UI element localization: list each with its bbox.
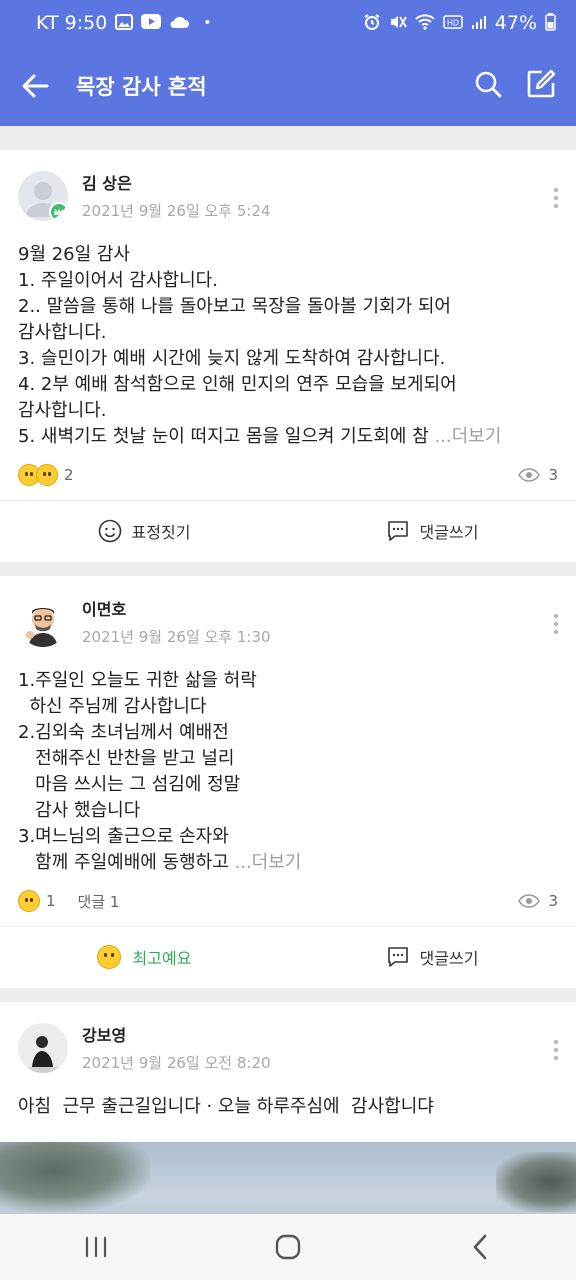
reaction-button[interactable]: 최고예요 [0, 926, 288, 988]
cloud-icon [169, 15, 190, 32]
mute-icon [389, 13, 407, 34]
author-name[interactable]: 이면호 [82, 596, 271, 620]
smile-icon [98, 519, 121, 543]
eye-icon [518, 468, 541, 482]
reaction-count: 2 [64, 466, 74, 484]
search-button[interactable] [474, 70, 502, 102]
search-icon [475, 71, 502, 98]
comment-button[interactable]: 댓글쓰기 [288, 500, 576, 562]
recent-apps-button[interactable] [66, 1222, 126, 1272]
back-button[interactable] [0, 46, 70, 126]
post-date: 2021년 9월 26일 오후 1:30 [82, 628, 271, 646]
app-bar: 목장 감사 흔적 [0, 46, 576, 126]
reactions[interactable]: 1 [18, 890, 56, 912]
post-body[interactable]: 아침 근무 출근길입니다 · 오늘 하루주심에 감사합니댜 [18, 1094, 558, 1120]
post-text: 9월 26일 감사 1. 주일이어서 감사합니다. 2.. 말씀을 통해 나를 … [18, 244, 457, 447]
comment-icon [387, 947, 408, 967]
views-number: 3 [548, 466, 558, 484]
alarm-icon [363, 13, 381, 34]
views-number: 3 [548, 892, 558, 910]
thumbs-up-emoji-icon [18, 890, 40, 912]
comment-icon [387, 521, 408, 541]
back-nav-button[interactable] [450, 1222, 510, 1272]
recent-apps-icon [85, 1236, 107, 1258]
photo-foliage [496, 1152, 576, 1212]
cartoon-avatar-icon [26, 607, 58, 647]
post-date: 2021년 9월 26일 오전 8:20 [82, 1054, 271, 1072]
view-count: 3 [518, 892, 558, 910]
gallery-icon [115, 13, 134, 33]
author-name[interactable]: 강보영 [82, 1022, 271, 1046]
post-card: 강보영 2021년 9월 26일 오전 8:20 아침 근무 출근길입니다 · … [0, 1002, 576, 1214]
see-more-link[interactable]: ...더보기 [434, 426, 501, 447]
feed[interactable]: 김 상은 2021년 9월 26일 오후 5:24 9월 26일 감사 1. 주… [0, 126, 576, 1214]
system-nav-bar [0, 1214, 576, 1280]
view-count: 3 [518, 466, 558, 484]
post-text: 아침 근무 출근길입니다 · 오늘 하루주심에 감사합니댜 [18, 1096, 434, 1117]
edit-icon [527, 69, 556, 98]
see-more-link[interactable]: ...더보기 [235, 852, 302, 873]
post-body[interactable]: 1.주일인 오늘도 귀한 삶을 허락 하신 주님께 감사합니다 2.김외숙 초녀… [18, 668, 558, 876]
carrier-time: KT 9:50 [36, 12, 108, 34]
back-chevron-icon [473, 1234, 487, 1260]
reaction-count: 1 [46, 892, 56, 910]
post-body[interactable]: 9월 26일 감사 1. 주일이어서 감사합니다. 2.. 말씀을 통해 나를 … [18, 242, 558, 450]
battery-percent: 47% [494, 12, 537, 34]
thumbs-up-emoji-icon [36, 464, 58, 486]
arrow-left-icon [22, 74, 49, 98]
avatar[interactable] [18, 1022, 68, 1073]
post-card: 이면호 2021년 9월 26일 오후 1:30 1.주일인 오늘도 귀한 삶을… [0, 576, 576, 988]
status-bar: KT 9:50 • HD 47% [0, 0, 576, 46]
photo-foliage [0, 1142, 150, 1212]
author-name[interactable]: 김 상은 [82, 170, 271, 194]
profile-photo-icon [18, 1022, 68, 1073]
post-card: 김 상은 2021년 9월 26일 오후 5:24 9월 26일 감사 1. 주… [0, 150, 576, 562]
wifi-icon [415, 13, 435, 33]
eye-icon [518, 894, 541, 908]
signal-icon [471, 14, 487, 33]
page-title: 목장 감사 흔적 [76, 75, 207, 99]
reactions[interactable]: 2 [18, 464, 74, 486]
battery-icon [545, 12, 556, 34]
thumbs-up-emoji-icon [96, 945, 121, 969]
write-button[interactable] [526, 69, 556, 103]
reaction-label: 최고예요 [132, 949, 192, 968]
avatar[interactable] [18, 170, 68, 221]
svg-text:HD: HD [447, 18, 459, 27]
youtube-icon [141, 14, 162, 32]
more-options-icon[interactable] [552, 188, 560, 208]
home-icon [275, 1234, 301, 1260]
comment-label: 댓글쓰기 [419, 523, 479, 542]
post-text: 1.주일인 오늘도 귀한 삶을 허락 하신 주님께 감사합니다 2.김외숙 초녀… [18, 670, 257, 873]
home-button[interactable] [258, 1222, 318, 1272]
express-label: 표정짓기 [131, 523, 191, 542]
crown-badge-icon [49, 201, 68, 221]
more-options-icon[interactable] [552, 614, 560, 634]
more-options-icon[interactable] [552, 1040, 560, 1060]
express-button[interactable]: 표정짓기 [0, 500, 288, 562]
notification-dot: • [203, 15, 212, 31]
comment-count[interactable]: 댓글 1 [78, 891, 120, 912]
post-date: 2021년 9월 26일 오후 5:24 [82, 202, 271, 220]
hd-icon: HD [443, 14, 463, 32]
comment-button[interactable]: 댓글쓰기 [288, 926, 576, 988]
post-photo[interactable] [0, 1142, 576, 1214]
avatar[interactable] [18, 596, 68, 647]
comment-label: 댓글쓰기 [419, 949, 479, 968]
